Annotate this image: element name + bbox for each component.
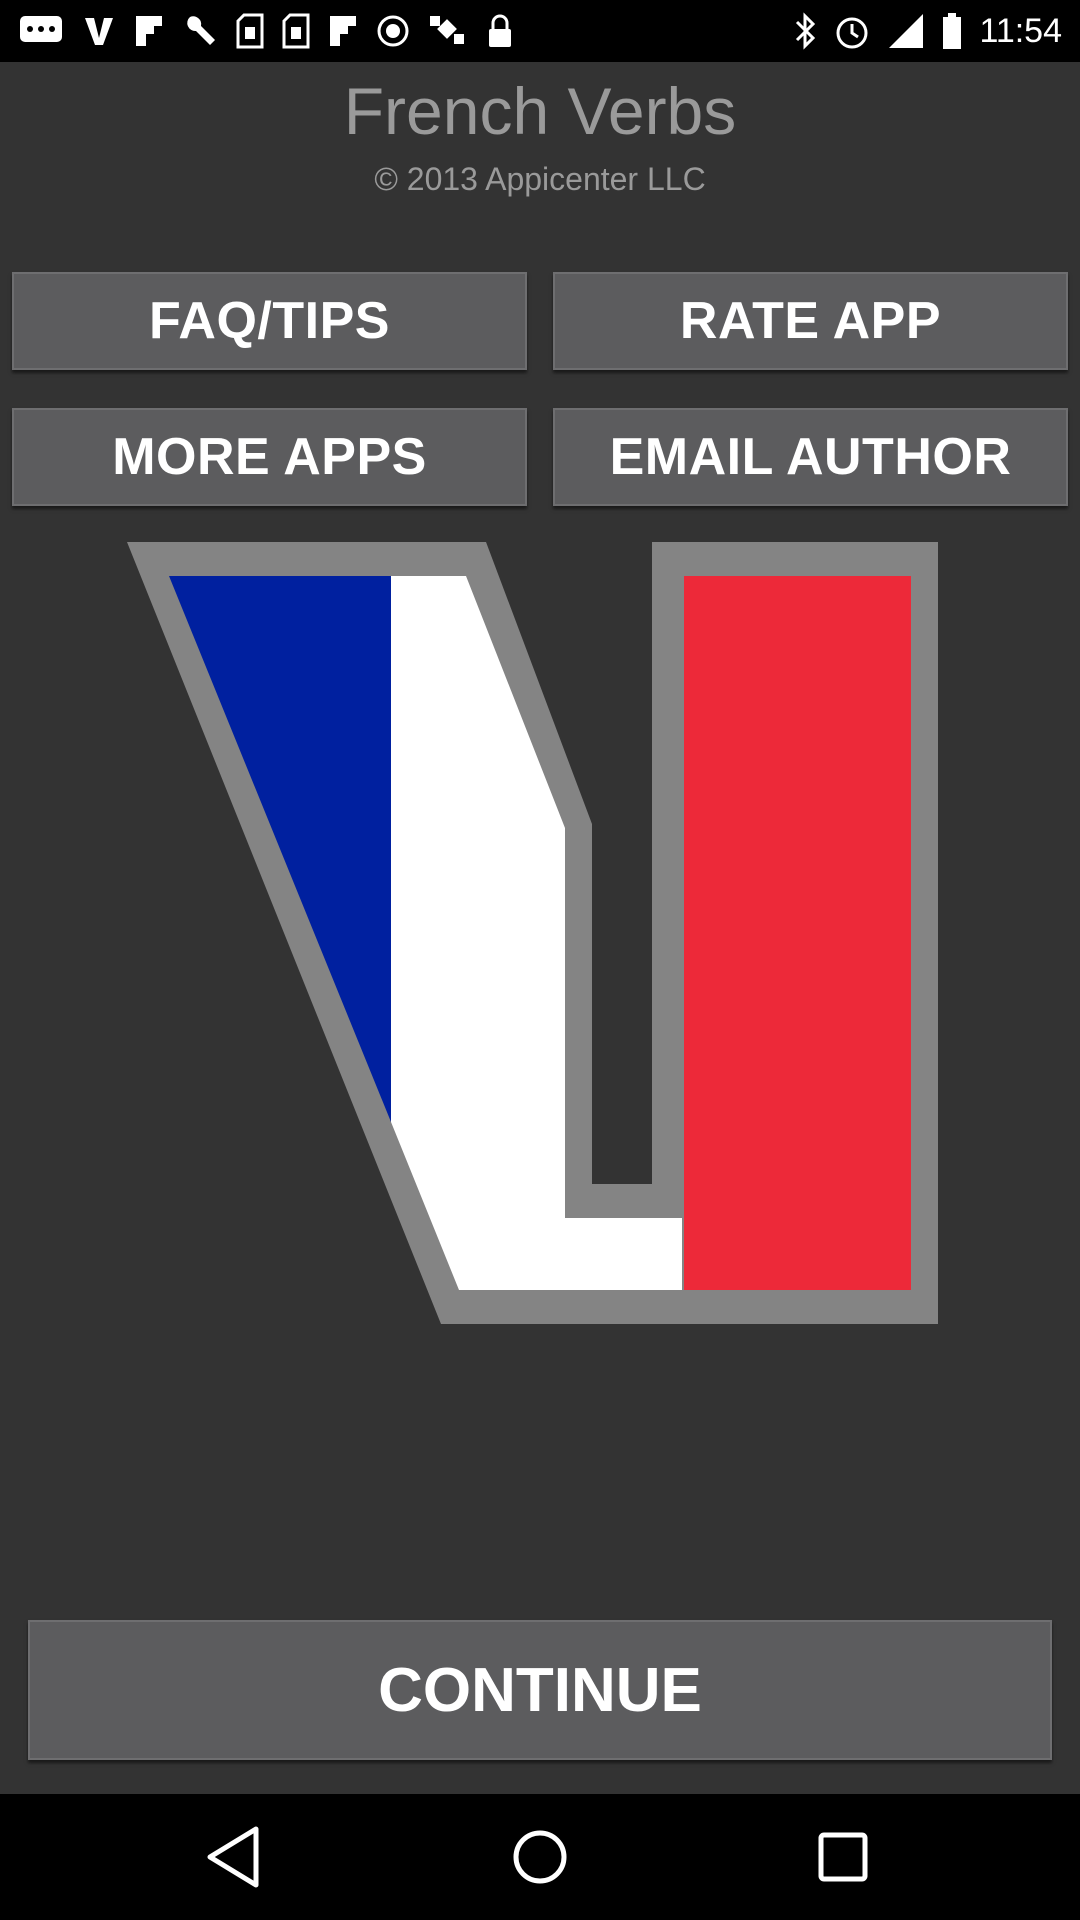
logo-blue-stripe [169, 576, 391, 1122]
chat-icon [18, 14, 64, 48]
wrench-icon [182, 13, 218, 49]
flipboard-icon [134, 14, 164, 48]
rate-app-button[interactable]: RATE APP [553, 272, 1068, 370]
recents-square-icon[interactable] [803, 1817, 883, 1897]
sim-icon [236, 13, 264, 49]
sim-icon [282, 13, 310, 49]
record-icon [376, 14, 410, 48]
vine-icon [82, 14, 116, 48]
status-bar: 11:54 [0, 0, 1080, 62]
battery-icon [941, 12, 963, 50]
app-copyright: © 2013 Appicenter LLC [374, 161, 706, 197]
system-icons: 11:54 [793, 8, 1062, 54]
french-flag-v-logo [127, 542, 939, 1324]
faq-tips-button[interactable]: FAQ/TIPS [12, 272, 527, 370]
bluetooth-icon [793, 12, 817, 50]
app-title: French Verbs [343, 74, 737, 148]
email-author-button[interactable]: EMAIL AUTHOR [553, 408, 1068, 506]
alarm-icon [833, 12, 871, 50]
flipboard-icon [328, 14, 358, 48]
logo-red-stripe [684, 576, 911, 1290]
continue-button[interactable]: CONTINUE [28, 1620, 1052, 1760]
more-apps-button[interactable]: MORE APPS [12, 408, 527, 506]
back-triangle-icon[interactable] [196, 1817, 276, 1897]
lock-icon [486, 13, 514, 49]
signal-icon [887, 12, 925, 50]
satellite-icon [428, 12, 468, 50]
status-time: 11:54 [979, 11, 1062, 50]
notification-icons [18, 8, 514, 54]
navigation-bar [0, 1794, 1080, 1920]
home-circle-icon[interactable] [500, 1817, 580, 1897]
